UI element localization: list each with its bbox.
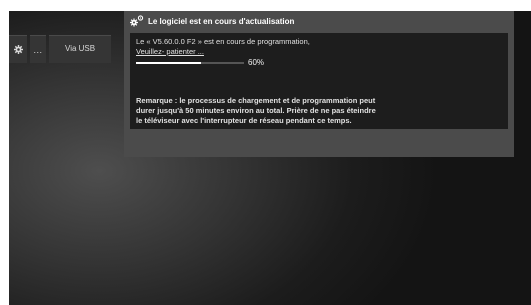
settings-tab[interactable] [9,35,27,63]
progress-bar [136,62,244,64]
message-line-2: Veuillez- patienter ... [136,47,204,56]
remark-text: Remarque : le processus de chargement et… [136,96,376,125]
dialog-title: Le logiciel est en cours d'actualisation [148,16,295,26]
via-usb-tab[interactable]: Via USB [49,35,111,63]
message-line-1: Le « V5.60.0.0 F2 » est en cours de prog… [136,37,310,46]
progress-row: 60% [136,58,502,68]
top-menu-bar: ... Via USB [9,35,111,63]
tv-screen: ... Via USB Le logiciel est en cours d'a… [9,11,531,305]
progress-percent: 60% [248,58,265,67]
gear-icon [13,45,23,54]
more-label: ... [33,44,43,55]
progress-fill [136,62,201,64]
gears-icon [130,15,144,27]
update-dialog: Le logiciel est en cours d'actualisation… [124,11,514,157]
more-tab[interactable]: ... [30,35,46,63]
via-usb-label: Via USB [65,44,96,53]
dialog-header: Le logiciel est en cours d'actualisation [130,15,294,27]
dialog-body: Le « V5.60.0.0 F2 » est en cours de prog… [130,33,508,129]
